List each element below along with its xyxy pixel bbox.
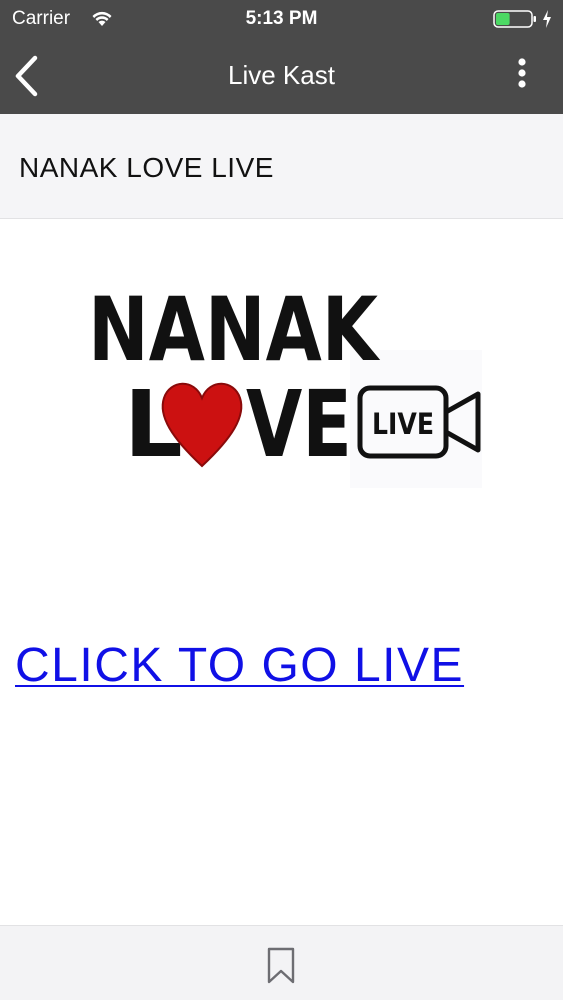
- vertical-dots-icon: [518, 58, 526, 88]
- nav-bar: Live Kast: [0, 38, 563, 114]
- more-options-button[interactable]: [508, 54, 536, 98]
- logo-line2-right: VE: [246, 371, 352, 478]
- nanak-love-live-logo: NANAK L VE LIVE: [88, 278, 482, 488]
- battery-icon: [493, 10, 536, 28]
- section-title: NANAK LOVE LIVE: [19, 152, 274, 183]
- bookmark-icon: [267, 947, 295, 984]
- bottom-toolbar: [0, 925, 563, 1000]
- page-title: Live Kast: [228, 60, 335, 90]
- logo-line1: NANAK: [88, 278, 380, 381]
- logo-live-badge: LIVE: [372, 407, 434, 441]
- section-header: NANAK LOVE LIVE: [0, 114, 563, 219]
- status-bar: Carrier 5:13 PM: [0, 0, 563, 38]
- status-time: 5:13 PM: [245, 8, 318, 29]
- charging-bolt-icon: [543, 10, 551, 28]
- go-live-link[interactable]: CLICK TO GO LIVE: [15, 638, 464, 693]
- bookmark-button[interactable]: [263, 946, 299, 986]
